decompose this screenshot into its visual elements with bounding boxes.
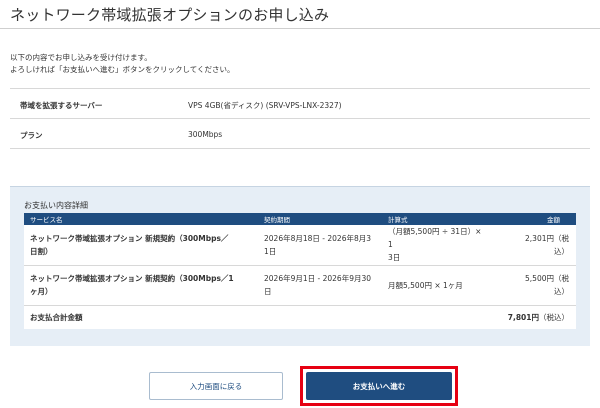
period-line: 2026年8月18日 - 2026年8月3 <box>264 233 372 243</box>
payment-table: サービス名 契約期間 計算式 金額 ネットワーク帯域拡張オプション 新規契約（3… <box>24 213 576 329</box>
total-spacer <box>258 305 382 329</box>
amount-line: 込） <box>554 287 569 296</box>
calc-line: 3日 <box>388 253 401 263</box>
table-header-row: サービス名 契約期間 計算式 金額 <box>24 213 576 225</box>
amount-cell: 2,301円（税 込） <box>492 225 576 266</box>
table-row: ネットワーク帯域拡張オプション 新規契約（300Mbps／1 ヶ月） 2026年… <box>24 265 576 306</box>
plan-label: プラン <box>20 131 43 140</box>
amount-line: 2,301円（税 <box>525 233 569 243</box>
server-label: 帯域を拡張するサーバー <box>20 101 103 110</box>
payment-details-panel: お支払い内容詳細 サービス名 契約期間 計算式 金額 ネットワーク帯域拡張オプシ… <box>10 186 590 346</box>
amount-line: 込） <box>554 246 569 256</box>
payment-heading: お支払い内容詳細 <box>24 201 88 210</box>
calc-line: （月額5,500円 ÷ 31日）× 1 <box>388 227 482 250</box>
total-tax-suffix: （税込） <box>539 312 569 322</box>
calc-line: 月額5,500円 × 1ヶ月 <box>388 280 463 290</box>
column-header-period: 契約期間 <box>258 213 382 225</box>
proceed-to-payment-button[interactable]: お支払いへ進む <box>306 372 452 400</box>
title-divider <box>0 28 600 29</box>
total-label: お支払合計金額 <box>30 312 83 322</box>
column-header-service: サービス名 <box>24 213 258 225</box>
service-name-cell: ネットワーク帯域拡張オプション 新規契約（300Mbps／1 ヶ月） <box>24 265 258 306</box>
period-line: 1日 <box>264 246 277 256</box>
column-header-amount: 金額 <box>492 213 576 225</box>
amount-line: 5,500円（税 <box>525 274 569 283</box>
calc-cell: （月額5,500円 ÷ 31日）× 1 3日 <box>382 225 492 266</box>
period-line: 2026年9月1日 - 2026年9月30 <box>264 274 372 283</box>
service-name-line: ヶ月） <box>30 287 53 296</box>
period-cell: 2026年8月18日 - 2026年8月3 1日 <box>258 225 382 266</box>
info-row-plan: プラン 300Mbps <box>10 118 590 148</box>
server-value: VPS 4GB(省ディスク) (SRV-VPS-LNX-2327) <box>188 101 342 110</box>
amount-cell: 5,500円（税 込） <box>492 265 576 306</box>
total-spacer <box>382 305 492 329</box>
service-name-cell: ネットワーク帯域拡張オプション 新規契約（300Mbps／ 日割） <box>24 225 258 266</box>
total-amount: 7,801円 <box>507 312 539 322</box>
page-title: ネットワーク帯域拡張オプションのお申し込み <box>10 6 330 24</box>
intro-text: 以下の内容でお申し込みを受け付けます。 よろしければ「お支払いへ進む」ボタンをク… <box>10 52 235 76</box>
intro-line-2: よろしければ「お支払いへ進む」ボタンをクリックしてください。 <box>10 65 235 74</box>
intro-line-1: 以下の内容でお申し込みを受け付けます。 <box>10 53 152 62</box>
table-row: ネットワーク帯域拡張オプション 新規契約（300Mbps／ 日割） 2026年8… <box>24 225 576 266</box>
info-divider <box>10 148 590 149</box>
column-header-calc: 計算式 <box>382 213 492 225</box>
info-row-server: 帯域を拡張するサーバー VPS 4GB(省ディスク) (SRV-VPS-LNX-… <box>10 88 590 118</box>
plan-value: 300Mbps <box>188 130 223 139</box>
calc-cell: 月額5,500円 × 1ヶ月 <box>382 265 492 306</box>
service-name-line: ネットワーク帯域拡張オプション 新規契約（300Mbps／1 <box>30 274 234 283</box>
total-amount-cell: 7,801円（税込） <box>492 305 576 329</box>
service-name-line: 日割） <box>30 246 53 256</box>
period-cell: 2026年9月1日 - 2026年9月30 日 <box>258 265 382 306</box>
service-name-line: ネットワーク帯域拡張オプション 新規契約（300Mbps／ <box>30 233 229 243</box>
period-line: 日 <box>264 287 272 296</box>
back-to-input-button[interactable]: 入力画面に戻る <box>149 372 283 400</box>
total-row: お支払合計金額 7,801円（税込） <box>24 305 576 329</box>
